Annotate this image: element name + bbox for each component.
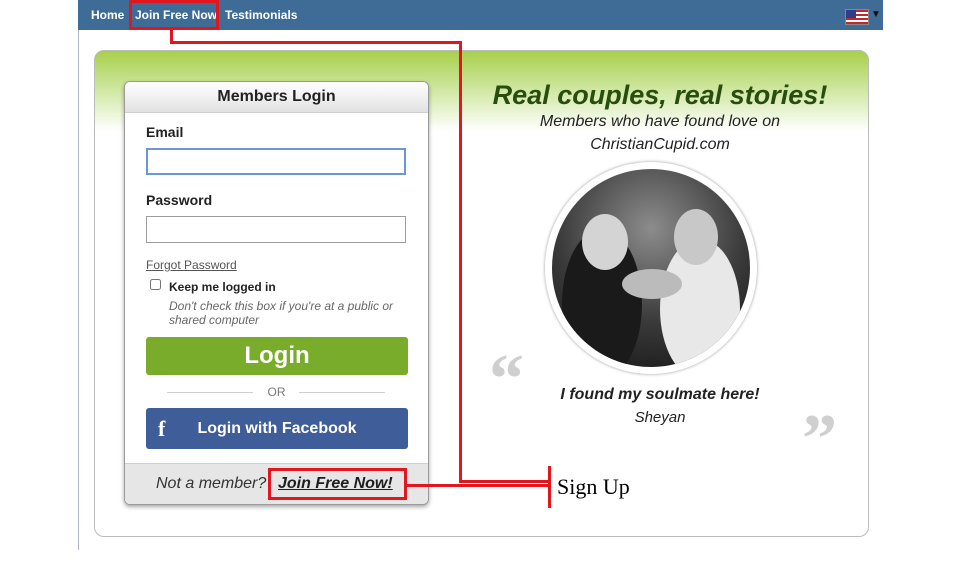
- sign-up-annotation-label: Sign Up: [557, 474, 630, 499]
- or-divider-right: [299, 392, 385, 393]
- password-label: Password: [146, 192, 213, 208]
- members-login-card: Members Login Email Password Forgot Pass…: [124, 81, 429, 505]
- password-field[interactable]: [146, 216, 406, 243]
- photo-glasses: [622, 269, 682, 299]
- nav-testimonials-link[interactable]: Testimonials: [225, 8, 297, 22]
- forgot-password-link[interactable]: Forgot Password: [146, 258, 237, 272]
- facebook-button-label: Login with Facebook: [197, 420, 357, 437]
- annotation-line-footer: [406, 484, 550, 487]
- annotation-box-nav-join: [129, 0, 219, 30]
- keep-logged-in-hint: Don't check this box if you're at a publ…: [169, 299, 394, 327]
- couple-photo: [545, 162, 757, 374]
- annotation-line-right: [459, 480, 550, 483]
- stories-headline: Real couples, real stories!: [492, 80, 828, 110]
- annotation-line-vertical: [459, 41, 462, 483]
- open-quote-icon: “: [489, 341, 524, 418]
- testimonial-author: Sheyan: [634, 409, 686, 426]
- annotation-box-footer-join: [268, 468, 407, 500]
- annotation-line-top: [170, 41, 462, 44]
- photo-face-right: [674, 209, 718, 265]
- couple-photo-image: [552, 169, 750, 367]
- email-field[interactable]: [146, 148, 406, 175]
- login-button[interactable]: Login: [146, 337, 408, 375]
- not-a-member-text: Not a member?: [156, 475, 267, 492]
- nav-home-link[interactable]: Home: [91, 8, 124, 22]
- flag-canton: [846, 10, 856, 18]
- login-card-title: Members Login: [125, 82, 428, 113]
- page-left-border: [78, 30, 79, 550]
- testimonial-quote: I found my soulmate here!: [560, 386, 760, 403]
- annotation-bracket: [548, 466, 551, 508]
- caret-down-icon[interactable]: ▼: [871, 9, 881, 20]
- site-name-text: ChristianCupid.com: [590, 136, 730, 153]
- photo-face-left: [582, 214, 628, 270]
- us-flag-icon[interactable]: [845, 9, 869, 25]
- close-quote-icon: ”: [802, 401, 837, 478]
- keep-logged-in-label[interactable]: Keep me logged in: [169, 280, 276, 294]
- login-with-facebook-button[interactable]: f Login with Facebook: [146, 408, 408, 449]
- stories-subline: Members who have found love on: [539, 113, 781, 130]
- email-label: Email: [146, 124, 184, 140]
- keep-logged-in-checkbox[interactable]: [150, 279, 161, 290]
